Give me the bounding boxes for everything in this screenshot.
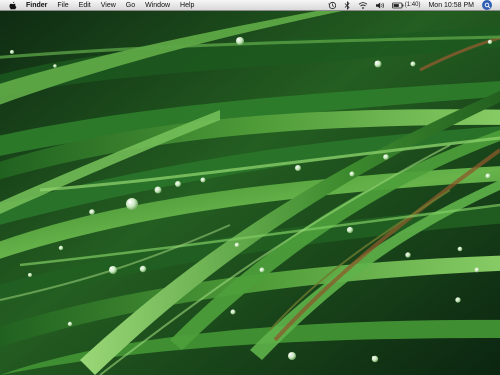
menu-edit[interactable]: Edit [74, 0, 96, 11]
battery-icon[interactable] [391, 0, 404, 11]
menu-app-finder[interactable]: Finder [24, 0, 52, 11]
menu-file[interactable]: File [52, 0, 73, 11]
battery-time-text: (1:40) [404, 1, 421, 8]
desktop-screen: Finder File Edit View Go Window Help (1:… [0, 0, 500, 375]
wifi-icon[interactable] [358, 0, 368, 11]
time-machine-icon[interactable] [328, 0, 337, 11]
menu-go[interactable]: Go [121, 0, 140, 11]
menu-left-group: Finder File Edit View Go Window Help [0, 0, 199, 10]
menu-bar: Finder File Edit View Go Window Help (1:… [0, 0, 500, 11]
menu-view[interactable]: View [96, 0, 121, 11]
apple-icon[interactable] [8, 0, 18, 10]
desktop-wallpaper [0, 0, 500, 375]
bluetooth-icon[interactable] [344, 0, 351, 11]
volume-icon[interactable] [375, 0, 385, 11]
menu-window[interactable]: Window [140, 0, 175, 11]
menu-help[interactable]: Help [175, 0, 199, 11]
menu-right-group: (1:40) Mon 10:58 PM [321, 0, 500, 10]
menu-clock[interactable]: Mon 10:58 PM [428, 0, 474, 11]
spotlight-icon[interactable] [482, 0, 492, 10]
